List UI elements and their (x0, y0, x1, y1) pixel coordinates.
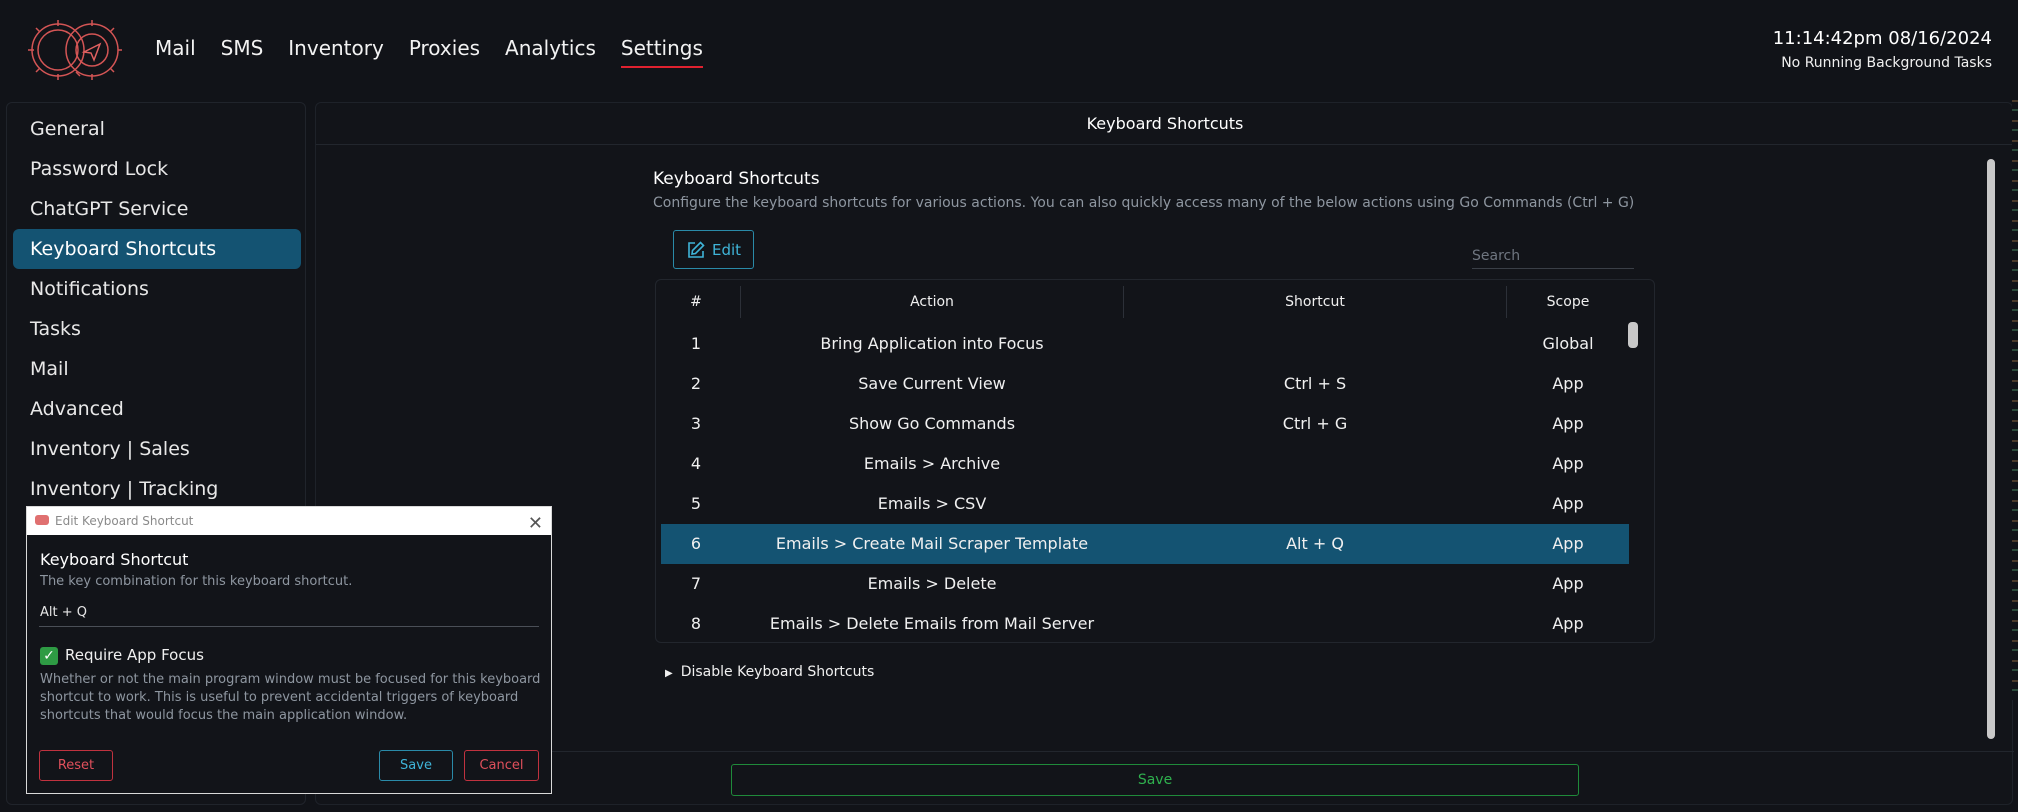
row-num: 2 (690, 374, 702, 393)
background-tasks-status: No Running Background Tasks (1781, 55, 1992, 71)
close-icon[interactable]: ✕ (528, 510, 543, 538)
table-row-selected[interactable]: 6 Emails > Create Mail Scraper Template … (661, 524, 1629, 564)
column-header-scope[interactable]: Scope (1507, 280, 1629, 324)
require-app-focus-checkbox[interactable]: ✓ (40, 647, 58, 665)
section-title: Keyboard Shortcuts (653, 169, 820, 189)
row-shortcut (1124, 444, 1506, 484)
shortcut-input[interactable] (39, 599, 539, 627)
row-scope: App (1552, 614, 1584, 633)
row-shortcut (1124, 484, 1506, 524)
edit-icon (688, 240, 705, 258)
row-num: 5 (690, 494, 702, 513)
app-logo (28, 20, 122, 80)
section-description: Configure the keyboard shortcuts for var… (653, 195, 1635, 211)
top-bar: Mail SMS Inventory Proxies Analytics Set… (0, 0, 2018, 100)
sidebar-item-tasks[interactable]: Tasks (13, 309, 301, 349)
row-action: Emails > Delete (867, 574, 997, 593)
dialog-title: Edit Keyboard Shortcut (55, 514, 194, 528)
row-scope: Global (1542, 334, 1594, 353)
edit-button[interactable]: Edit (673, 230, 754, 269)
table-header: # Action Shortcut Scope (656, 280, 1654, 324)
sidebar-item-advanced[interactable]: Advanced (13, 389, 301, 429)
edit-button-label: Edit (711, 240, 742, 259)
nav-mail[interactable]: Mail (155, 36, 196, 68)
row-shortcut: Alt + Q (1286, 534, 1344, 553)
row-scope: App (1552, 374, 1584, 393)
row-action: Emails > Delete Emails from Mail Server (769, 614, 1095, 633)
divider (316, 751, 2014, 752)
disable-shortcuts-toggle[interactable]: ▶ Disable Keyboard Shortcuts (665, 664, 874, 680)
edit-shortcut-dialog: Edit Keyboard Shortcut ✕ Keyboard Shortc… (26, 506, 552, 794)
row-shortcut: Ctrl + S (1283, 374, 1347, 393)
expand-triangle-icon: ▶ (665, 668, 673, 679)
shortcut-field-description: The key combination for this keyboard sh… (40, 574, 353, 589)
nav-settings[interactable]: Settings (620, 36, 703, 68)
table-row[interactable]: 3 Show Go Commands Ctrl + G App (661, 404, 1629, 444)
row-action: Bring Application into Focus (820, 334, 1044, 353)
nav-analytics[interactable]: Analytics (505, 36, 596, 68)
page-title: Keyboard Shortcuts (316, 103, 2014, 145)
main-panel: Keyboard Shortcuts Keyboard Shortcuts Co… (315, 102, 2014, 805)
dialog-save-button[interactable]: Save (379, 750, 453, 781)
row-num: 7 (690, 574, 702, 593)
table-row[interactable]: 2 Save Current View Ctrl + S App (661, 364, 1629, 404)
nav-inventory[interactable]: Inventory (288, 36, 384, 68)
cancel-button[interactable]: Cancel (464, 750, 539, 781)
column-header-action[interactable]: Action (741, 280, 1123, 324)
app-icon (35, 515, 49, 525)
row-scope: App (1552, 574, 1584, 593)
save-button[interactable]: Save (731, 764, 1579, 796)
row-scope: App (1552, 414, 1584, 433)
row-shortcut: Ctrl + G (1282, 414, 1348, 433)
row-shortcut (1124, 564, 1506, 604)
row-scope: App (1552, 454, 1584, 473)
row-scope: App (1552, 534, 1584, 553)
row-action: Emails > Create Mail Scraper Template (775, 534, 1089, 553)
row-num: 4 (690, 454, 702, 473)
row-num: 8 (690, 614, 702, 633)
sidebar-item-inventory-tracking[interactable]: Inventory | Tracking (13, 469, 301, 509)
table-row[interactable]: 5 Emails > CSV App (661, 484, 1629, 524)
row-num: 6 (690, 534, 702, 553)
sidebar-item-chatgpt-service[interactable]: ChatGPT Service (13, 189, 301, 229)
main-scrollbar[interactable] (1987, 159, 1995, 739)
sidebar-item-password-lock[interactable]: Password Lock (13, 149, 301, 189)
table-row[interactable]: 7 Emails > Delete App (661, 564, 1629, 604)
sidebar-item-inventory-sales[interactable]: Inventory | Sales (13, 429, 301, 469)
sidebar-item-keyboard-shortcuts[interactable]: Keyboard Shortcuts (13, 229, 301, 269)
shortcuts-table: # Action Shortcut Scope 1 Bring Applicat… (655, 279, 1655, 643)
row-action: Emails > CSV (877, 494, 987, 513)
nav-sms[interactable]: SMS (221, 36, 264, 68)
row-num: 1 (690, 334, 702, 353)
table-row[interactable]: 4 Emails > Archive App (661, 444, 1629, 484)
table-scrollbar[interactable] (1628, 322, 1638, 348)
sidebar-item-mail[interactable]: Mail (13, 349, 301, 389)
table-row[interactable]: 1 Bring Application into Focus Global (661, 324, 1629, 364)
sidebar-item-general[interactable]: General (13, 109, 301, 149)
require-app-focus-description: Whether or not the main program window m… (40, 672, 541, 723)
shortcut-field-label: Keyboard Shortcut (40, 550, 189, 569)
row-shortcut (1124, 604, 1506, 642)
column-header-shortcut[interactable]: Shortcut (1124, 280, 1506, 324)
dialog-titlebar: Edit Keyboard Shortcut ✕ (27, 507, 551, 535)
reset-button[interactable]: Reset (39, 750, 113, 781)
sidebar-item-notifications[interactable]: Notifications (13, 269, 301, 309)
window-edge (2012, 100, 2018, 700)
disable-shortcuts-label: Disable Keyboard Shortcuts (680, 664, 875, 680)
row-shortcut (1124, 324, 1506, 364)
row-action: Emails > Archive (863, 454, 1001, 473)
column-header-num[interactable]: # (656, 280, 736, 324)
main-nav: Mail SMS Inventory Proxies Analytics Set… (155, 36, 728, 68)
require-app-focus-label: Require App Focus (65, 646, 204, 664)
row-num: 3 (690, 414, 702, 433)
clock-time: 11:14:42pm 08/16/2024 (1772, 28, 1992, 49)
row-action: Show Go Commands (848, 414, 1016, 433)
row-action: Save Current View (858, 374, 1006, 393)
nav-proxies[interactable]: Proxies (409, 36, 480, 68)
search-input[interactable] (1472, 233, 1634, 269)
status-area: 11:14:42pm 08/16/2024 No Running Backgro… (1773, 28, 1992, 71)
table-row[interactable]: 8 Emails > Delete Emails from Mail Serve… (661, 604, 1629, 642)
row-scope: App (1552, 494, 1584, 513)
